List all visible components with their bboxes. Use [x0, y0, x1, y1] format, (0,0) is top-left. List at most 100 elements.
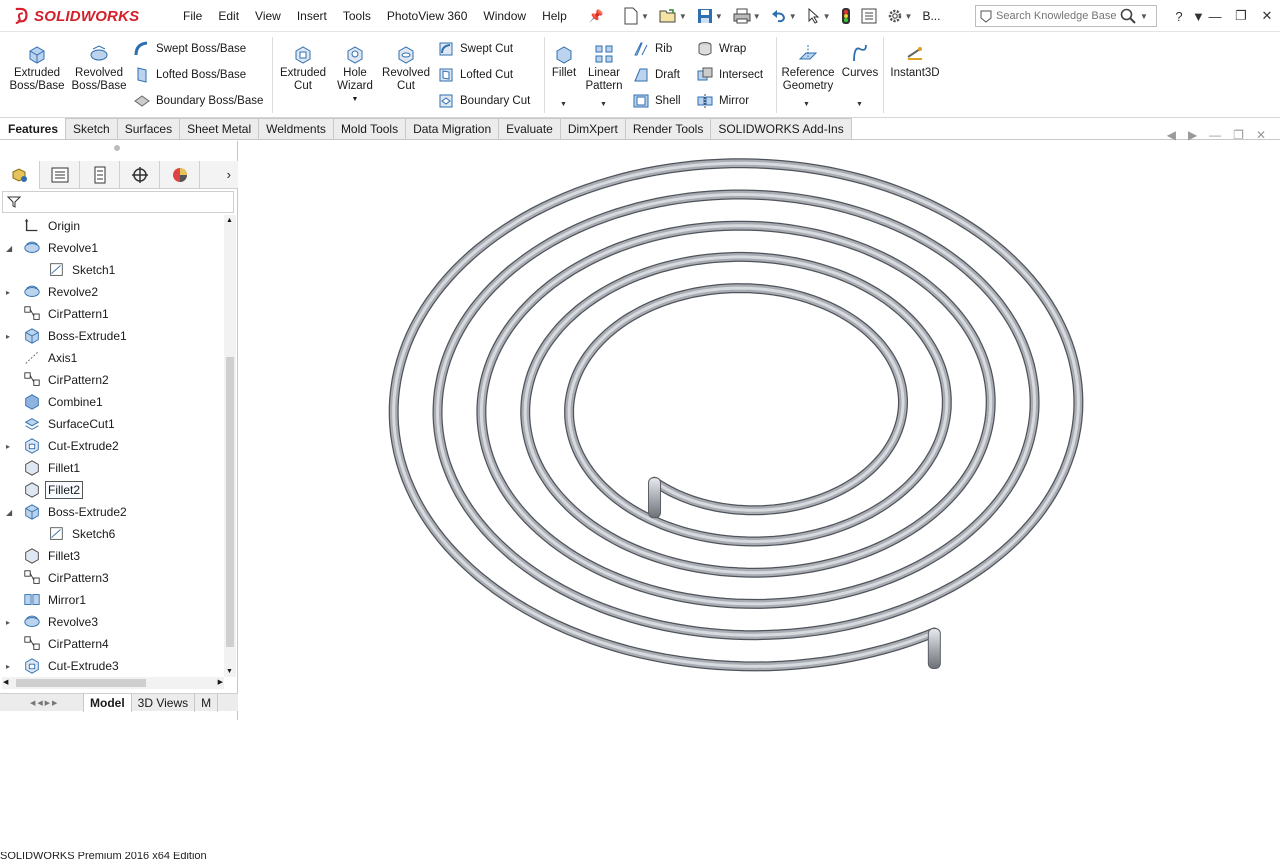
scroll-right-icon[interactable]: ▶ — [218, 678, 223, 686]
file-properties-button[interactable] — [858, 4, 880, 28]
chevron-right-icon[interactable]: › — [227, 167, 231, 182]
tab-model[interactable]: Model — [84, 693, 132, 712]
tab-dimxpert[interactable]: DimXpert — [559, 118, 626, 139]
hole-wizard-button[interactable]: Hole Wizard ▼ — [333, 43, 377, 106]
pin-icon[interactable]: 📌 — [581, 9, 612, 23]
tree-item[interactable]: Fillet1 — [0, 457, 224, 479]
quick-overflow[interactable]: B... — [919, 4, 943, 28]
swept-boss-button[interactable]: Swept Boss/Base — [133, 40, 246, 58]
tree-item[interactable]: ▸ Revolve3 — [0, 611, 224, 633]
tree-item[interactable]: ▸ Cut-Extrude3 — [0, 655, 224, 677]
lofted-cut-button[interactable]: Lofted Cut — [437, 66, 513, 84]
menu-help[interactable]: Help — [534, 9, 575, 23]
search-input[interactable] — [996, 10, 1116, 22]
intersect-button[interactable]: Intersect — [696, 66, 763, 84]
scrollbar-thumb[interactable] — [16, 679, 146, 687]
chevron-down-icon[interactable]: ▼ — [823, 12, 831, 21]
linear-pattern-button[interactable]: Linear Pattern — [584, 43, 624, 93]
panel-grip[interactable] — [114, 145, 120, 151]
tab-motion-study[interactable]: M — [195, 693, 219, 712]
tab-evaluate[interactable]: Evaluate — [498, 118, 561, 139]
fillet-button[interactable]: Fillet — [548, 43, 580, 80]
tab-solidworks-add-ins[interactable]: SOLIDWORKS Add-Ins — [710, 118, 852, 139]
tree-horizontal-scrollbar[interactable]: ◀ ▶ — [2, 677, 224, 689]
close-icon[interactable]: ✕ — [1254, 8, 1280, 24]
scroll-up-icon[interactable]: ▲ — [226, 217, 233, 224]
save-button[interactable]: ▼ — [694, 4, 726, 28]
curves-button[interactable]: Curves — [840, 43, 880, 80]
tab-dimxpert-manager[interactable] — [120, 161, 160, 189]
scroll-left-icon[interactable]: ◀ — [3, 678, 8, 686]
expand-icon[interactable]: ▸ — [6, 662, 14, 671]
revolved-boss-button[interactable]: Revolved Boss/Base — [72, 43, 127, 93]
expand-icon[interactable]: ▸ — [6, 442, 14, 451]
tab-navigation-arrows[interactable]: ◀ ◀ ▶ ▶ — [0, 693, 84, 712]
chevron-down-icon[interactable]: ▼ — [641, 12, 649, 21]
chevron-down-icon[interactable]: ▼ — [905, 12, 913, 21]
menu-view[interactable]: View — [247, 9, 289, 23]
menu-insert[interactable]: Insert — [289, 9, 335, 23]
chevron-down-icon[interactable]: ▼ — [560, 101, 567, 108]
tree-item[interactable]: CirPattern3 — [0, 567, 224, 589]
search-box[interactable]: ▼ — [975, 5, 1157, 27]
expand-icon[interactable]: ▸ — [6, 618, 14, 627]
rebuild-button[interactable] — [838, 4, 854, 28]
tree-item[interactable]: CirPattern2 — [0, 369, 224, 391]
wrap-button[interactable]: Wrap — [696, 40, 746, 58]
viewport-close-icon[interactable]: ✕ — [1256, 128, 1266, 142]
tab-sketch[interactable]: Sketch — [65, 118, 118, 139]
chevron-down-icon[interactable]: ▼ — [753, 12, 761, 21]
reference-geometry-button[interactable]: Reference Geometry — [780, 43, 836, 93]
tree-item[interactable]: ◢ Boss-Extrude2 — [0, 501, 224, 523]
menu-file[interactable]: File — [175, 9, 210, 23]
chevron-down-icon[interactable]: ▼ — [352, 93, 359, 106]
graphics-area[interactable]: ◀ ▶ — ❐ ✕ — [239, 128, 1280, 720]
collapse-icon[interactable]: ◢ — [6, 508, 14, 517]
tree-item[interactable]: CirPattern1 — [0, 303, 224, 325]
chevron-down-icon[interactable]: ▼ — [679, 12, 687, 21]
search-icon[interactable] — [1120, 8, 1136, 24]
scroll-down-icon[interactable]: ▼ — [226, 668, 233, 675]
tab-display-manager[interactable] — [160, 161, 200, 189]
tab-render-tools[interactable]: Render Tools — [624, 118, 712, 139]
tab-data-migration[interactable]: Data Migration — [405, 118, 500, 139]
tree-filter[interactable] — [2, 191, 234, 213]
tree-item[interactable]: Origin — [0, 215, 224, 237]
tab-mold-tools[interactable]: Mold Tools — [332, 118, 407, 139]
undo-button[interactable]: ▼ — [768, 4, 800, 28]
shell-button[interactable]: Shell — [632, 92, 681, 110]
viewport-restore-icon[interactable]: ❐ — [1233, 128, 1244, 142]
spiral-tube-model[interactable] — [239, 141, 1280, 720]
extruded-cut-button[interactable]: Extruded Cut — [278, 43, 328, 93]
tree-item[interactable]: ◢ Revolve1 — [0, 237, 224, 259]
minimize-icon[interactable]: — — [1202, 9, 1228, 24]
solidworks-logo[interactable]: SOLIDWORKS — [14, 2, 139, 30]
boundary-cut-button[interactable]: Boundary Cut — [437, 92, 530, 110]
tab-features[interactable]: Features — [0, 118, 67, 139]
viewport-minimize-icon[interactable]: — — [1209, 128, 1221, 142]
help-icon[interactable]: ? — [1166, 9, 1192, 24]
tab-configuration-manager[interactable] — [80, 161, 120, 189]
tab-feature-manager[interactable] — [0, 161, 40, 189]
select-button[interactable]: ▼ — [804, 4, 834, 28]
menu-window[interactable]: Window — [475, 9, 534, 23]
print-button[interactable]: ▼ — [730, 4, 764, 28]
rib-button[interactable]: Rib — [632, 40, 672, 58]
mirror-button[interactable]: Mirror — [696, 92, 749, 110]
tab-sheet-metal[interactable]: Sheet Metal — [179, 118, 260, 139]
chevron-down-icon[interactable]: ▼ — [600, 101, 607, 108]
tree-item[interactable]: Fillet3 — [0, 545, 224, 567]
instant3d-button[interactable]: Instant3D — [887, 43, 943, 80]
tree-item[interactable]: Axis1 — [0, 347, 224, 369]
extruded-boss-button[interactable]: Extruded Boss/Base — [10, 43, 65, 93]
tree-item[interactable]: ▸ Revolve2 — [0, 281, 224, 303]
tree-item[interactable]: Sketch6 — [0, 523, 224, 545]
expand-icon[interactable]: ▸ — [6, 332, 14, 341]
tab-3d-views[interactable]: 3D Views — [132, 693, 196, 712]
next-view-icon[interactable]: ▶ — [1188, 128, 1197, 142]
previous-view-icon[interactable]: ◀ — [1167, 128, 1176, 142]
tree-item[interactable]: ▸ Cut-Extrude2 — [0, 435, 224, 457]
tree-item[interactable]: Fillet2 — [0, 479, 224, 501]
chevron-down-icon[interactable]: ▼ — [1192, 9, 1205, 24]
swept-cut-button[interactable]: Swept Cut — [437, 40, 513, 58]
